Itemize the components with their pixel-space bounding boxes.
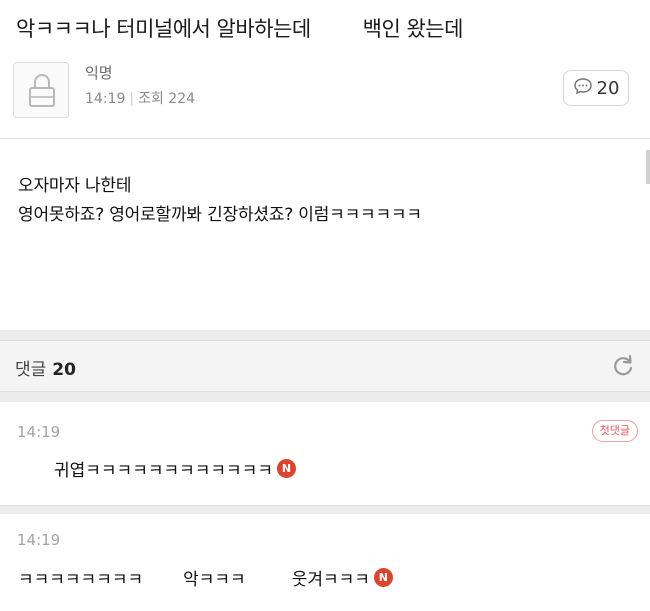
post-title-right: 백인 왔는데 bbox=[362, 17, 464, 41]
post-time: 14:19 bbox=[85, 91, 126, 107]
redacted-word bbox=[310, 15, 363, 41]
speech-bubble-icon bbox=[573, 76, 593, 101]
post-title-left: 악ㅋㅋㅋ나 터미널에서 알바하는데 bbox=[16, 17, 311, 41]
comment-time: 14:19 bbox=[17, 423, 61, 441]
comment-count-button[interactable]: 20 bbox=[563, 70, 629, 106]
comment-item: 14:19 ㅋㅋㅋㅋㅋㅋㅋㅋ 악ㅋㅋㅋ 웃겨ㅋㅋㅋ N bbox=[0, 514, 650, 611]
view-count: 조회 224 bbox=[138, 91, 196, 107]
first-comment-badge: 첫댓글 bbox=[591, 420, 638, 442]
comment-body: 귀엽ㅋㅋㅋㅋㅋㅋㅋㅋㅋㅋㅋㅋ bbox=[54, 461, 273, 481]
comment-body-part: ㅋㅋㅋㅋㅋㅋㅋㅋ bbox=[18, 570, 144, 590]
comment-item: 14:19 첫댓글 귀엽ㅋㅋㅋㅋㅋㅋㅋㅋㅋㅋㅋㅋ N bbox=[0, 402, 650, 506]
lock-avatar-icon bbox=[13, 62, 69, 118]
post-stats: 14:19 | 조회 224 bbox=[85, 91, 196, 107]
comments-label: 댓글 20 bbox=[15, 355, 76, 380]
comments-title: 댓글 bbox=[15, 360, 47, 380]
new-badge: N bbox=[276, 459, 296, 478]
redacted-word bbox=[245, 566, 292, 589]
refresh-icon[interactable] bbox=[610, 353, 636, 379]
post-body-line: 영어못하죠? 영어로할까봐 긴장하셨죠? 이럼ㅋㅋㅋㅋㅋㅋ bbox=[18, 205, 422, 225]
comment-text: ㅋㅋㅋㅋㅋㅋㅋㅋ 악ㅋㅋㅋ 웃겨ㅋㅋㅋ N bbox=[18, 565, 393, 590]
comment-text: 귀엽ㅋㅋㅋㅋㅋㅋㅋㅋㅋㅋㅋㅋ N bbox=[14, 456, 296, 481]
redacted-word bbox=[143, 566, 184, 589]
comments-count: 20 bbox=[52, 360, 76, 380]
new-badge: N bbox=[373, 568, 393, 587]
comments-header: 댓글 20 bbox=[0, 340, 650, 392]
author-name: 익명 bbox=[85, 64, 113, 82]
post-card: 악ㅋㅋㅋ나 터미널에서 알바하는데 백인 왔는데 익명 14:19 | 조회 224 bbox=[0, 0, 650, 330]
post-body: 오자마자 나한테 영어못하죠? 영어로할까봐 긴장하셨죠? 이럼ㅋㅋㅋㅋㅋㅋ bbox=[18, 172, 422, 230]
post-body-line: 오자마자 나한테 bbox=[18, 176, 132, 196]
spacer bbox=[0, 506, 650, 514]
comment-count: 20 bbox=[596, 77, 620, 99]
spacer bbox=[0, 392, 650, 402]
comment-time: 14:19 bbox=[17, 531, 61, 549]
post-meta: 익명 14:19 | 조회 224 20 bbox=[13, 58, 650, 122]
page: 악ㅋㅋㅋ나 터미널에서 알바하는데 백인 왔는데 익명 14:19 | 조회 224 bbox=[0, 0, 650, 611]
comment-body-part: 악ㅋㅋㅋ bbox=[183, 570, 246, 590]
redacted-word bbox=[14, 457, 54, 480]
divider bbox=[0, 138, 650, 139]
scrollbar[interactable] bbox=[646, 150, 650, 184]
comment-body-part: 웃겨ㅋㅋㅋ bbox=[291, 570, 370, 590]
post-title: 악ㅋㅋㅋ나 터미널에서 알바하는데 백인 왔는데 bbox=[16, 12, 463, 44]
